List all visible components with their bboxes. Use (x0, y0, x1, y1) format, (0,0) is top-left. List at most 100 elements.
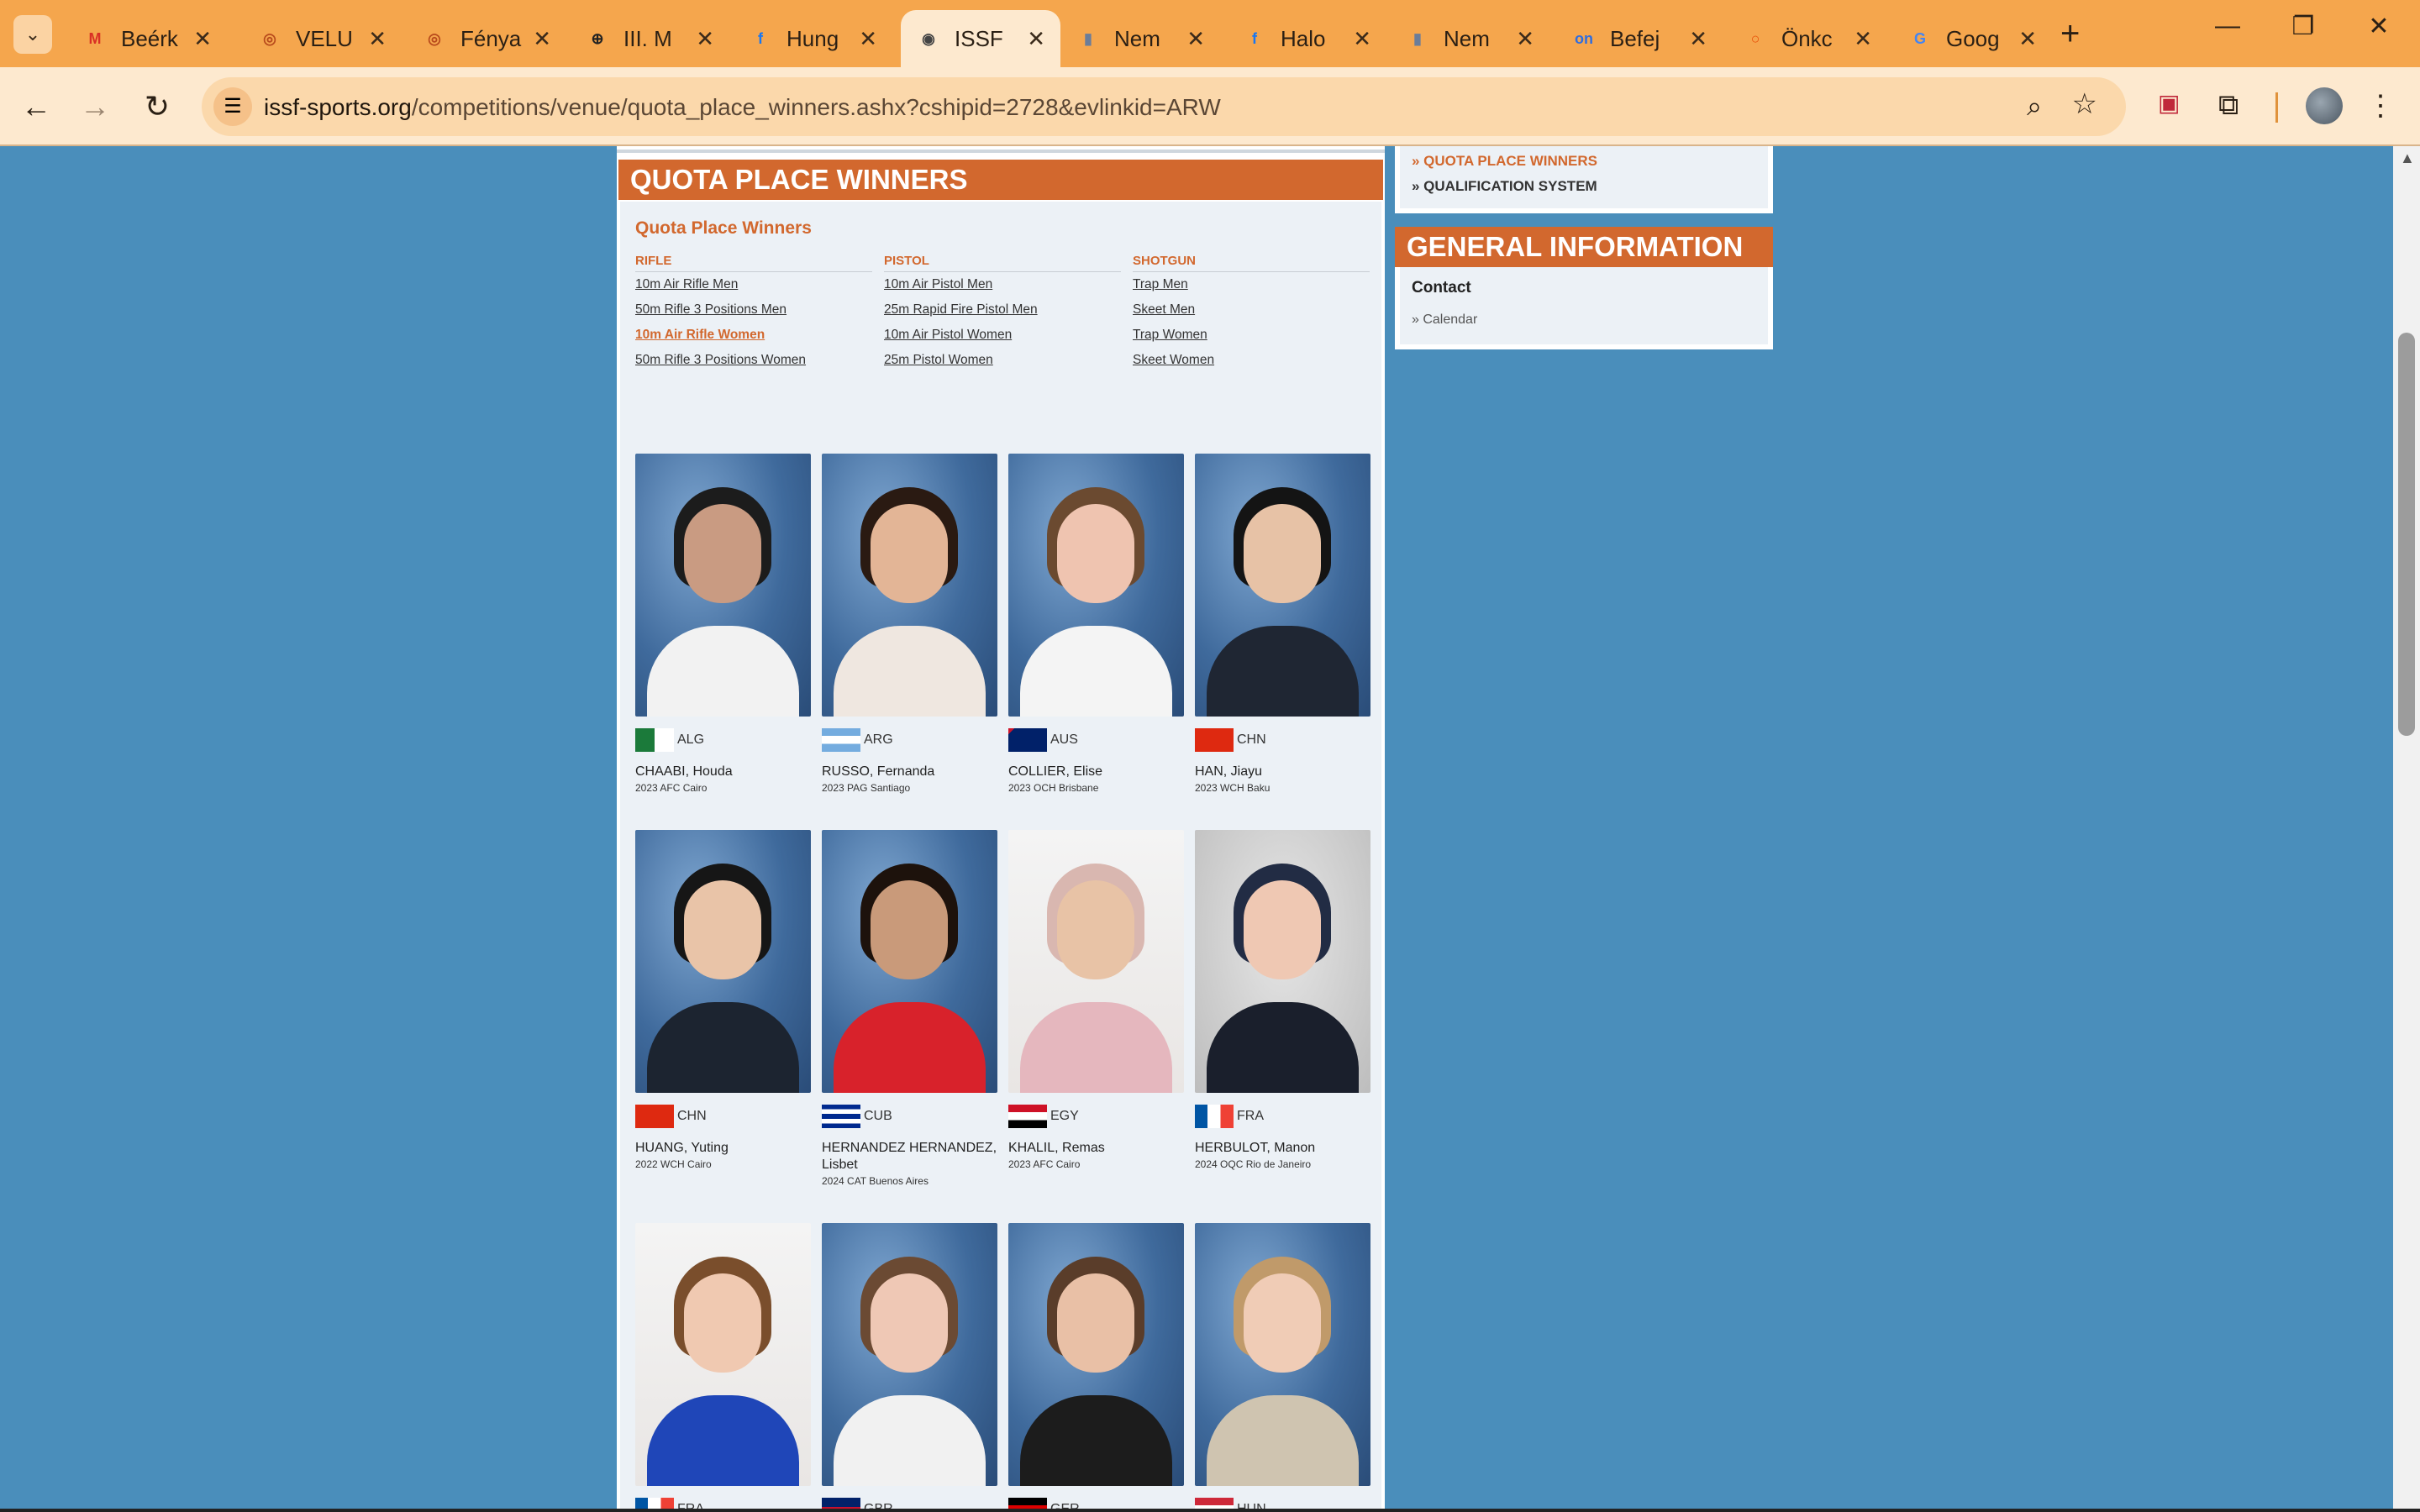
athlete-name: HAN, Jiayu (1195, 764, 1263, 779)
tab-close-icon[interactable]: ✕ (1353, 26, 1371, 52)
athlete-card[interactable]: GBRMCINTOSH, Seonaid2023 ECH Tallinn (822, 1223, 997, 1512)
browser-tab[interactable]: G Goog ✕ (1892, 10, 2052, 67)
event-link[interactable]: 25m Pistol Women (884, 353, 1121, 368)
event-link[interactable]: Skeet Women (1133, 353, 1370, 368)
athlete-photo[interactable] (1195, 830, 1370, 1093)
event-link[interactable]: Trap Men (1133, 277, 1370, 292)
general-information-panel: Contact » Calendar (1395, 267, 1773, 349)
event-link[interactable]: 10m Air Rifle Women (635, 328, 872, 343)
calendar-link[interactable]: » Calendar (1412, 312, 1477, 328)
browser-tab[interactable]: f Halo ✕ (1227, 10, 1386, 67)
toolbar-divider (2275, 92, 2278, 123)
nation-row: CHN (1195, 728, 1370, 752)
athlete-photo[interactable] (1008, 454, 1184, 717)
tab-close-icon[interactable]: ✕ (1186, 26, 1205, 52)
contact-link[interactable]: Contact (1412, 279, 1471, 297)
photo-torso (1207, 1002, 1359, 1093)
tab-close-icon[interactable]: ✕ (696, 26, 714, 52)
athlete-photo[interactable] (1008, 830, 1184, 1093)
athlete-card[interactable]: ALG CHAABI, Houda 2023 AFC Cairo (635, 454, 811, 794)
address-bar[interactable]: ☰ issf-sports.org/competitions/venue/quo… (202, 77, 2126, 136)
page-scrollbar[interactable]: ▲ (2393, 146, 2420, 1512)
close-window-button[interactable]: ✕ (2349, 12, 2408, 41)
new-tab-button[interactable]: + (2060, 15, 2080, 53)
athlete-photo[interactable] (635, 830, 811, 1093)
extension-shield-icon[interactable]: ▣ (2158, 89, 2180, 117)
minimize-button[interactable]: — (2198, 12, 2257, 40)
flag-icon (1008, 1105, 1047, 1128)
reload-button[interactable]: ↻ (136, 86, 178, 128)
tab-close-icon[interactable]: ✕ (368, 26, 387, 52)
athlete-photo[interactable] (822, 454, 997, 717)
tab-close-icon[interactable]: ✕ (1854, 26, 1872, 52)
tab-title: Befej (1610, 25, 1660, 51)
browser-tab[interactable]: f Hung ✕ (733, 10, 892, 67)
event-link[interactable]: 50m Rifle 3 Positions Men (635, 302, 872, 318)
athlete-card[interactable]: CUB HERNANDEZ HERNANDEZ, Lisbet 2024 CAT B… (822, 830, 997, 1187)
extensions-puzzle-icon[interactable]: ⧉ (2218, 89, 2238, 122)
athlete-photo[interactable] (822, 830, 997, 1093)
athlete-photo[interactable] (1195, 454, 1370, 717)
athlete-card[interactable]: HUNMESZAROS, Eszter2024 Reallocated Host… (1195, 1223, 1370, 1512)
athlete-card[interactable]: FRA HERBULOT, Manon 2024 OQC Rio de Janeir… (1195, 830, 1370, 1170)
photo-face (684, 880, 761, 979)
sidebar-link-quota-place-winners[interactable]: » QUOTA PLACE WINNERS (1412, 153, 1597, 170)
browser-tab[interactable]: ◉ ISSF ✕ (901, 10, 1060, 67)
browser-tab[interactable]: ◎ VELU ✕ (242, 10, 402, 67)
athlete-card[interactable]: AUS COLLIER, Elise 2023 OCH Brisbane (1008, 454, 1184, 794)
forward-button[interactable]: → (74, 86, 116, 128)
photo-torso (1207, 1395, 1359, 1486)
profile-avatar[interactable] (2306, 87, 2343, 124)
event-link[interactable]: Skeet Men (1133, 302, 1370, 318)
menu-dots-icon[interactable]: ⋮ (2366, 89, 2395, 123)
tab-close-icon[interactable]: ✕ (1689, 26, 1707, 52)
restore-button[interactable]: ❐ (2274, 12, 2333, 41)
scroll-up-arrow-icon[interactable]: ▲ (2400, 150, 2415, 167)
athlete-card[interactable]: GERJANSSEN, Anna2024 ECH Gyor (1008, 1223, 1184, 1512)
athlete-photo[interactable] (1195, 1223, 1370, 1486)
browser-tab[interactable]: M Beérk ✕ (67, 10, 227, 67)
browser-tab[interactable]: ▮ Nem ✕ (1390, 10, 1549, 67)
athlete-photo[interactable] (635, 454, 811, 717)
flag-icon (1008, 728, 1047, 752)
athlete-card[interactable]: FRAMULLER, Oceanne2024 ECH Gyor (635, 1223, 811, 1512)
event-link[interactable]: 10m Air Pistol Men (884, 277, 1121, 292)
tab-close-icon[interactable]: ✕ (859, 26, 877, 52)
zoom-icon[interactable]: ⌕ (2027, 91, 2042, 123)
athlete-card[interactable]: CHN HUANG, Yuting 2022 WCH Cairo (635, 830, 811, 1170)
discipline-column: SHOTGUN Trap Men Skeet Men Trap Women Skeet … (1133, 254, 1370, 378)
photo-torso (647, 626, 799, 717)
event-link[interactable]: 50m Rifle 3 Positions Women (635, 353, 872, 368)
url-text[interactable]: issf-sports.org/competitions/venue/quota… (264, 94, 1221, 121)
tab-search-button[interactable]: ⌄ (13, 15, 52, 54)
tab-close-icon[interactable]: ✕ (1027, 26, 1045, 52)
tab-close-icon[interactable]: ✕ (533, 26, 551, 52)
browser-tab[interactable]: ○ Önkc ✕ (1728, 10, 1887, 67)
back-button[interactable]: ← (15, 86, 57, 128)
event-link[interactable]: 10m Air Pistol Women (884, 328, 1121, 343)
athlete-photo[interactable] (1008, 1223, 1184, 1486)
bookmark-star-icon[interactable]: ☆ (2072, 87, 2097, 121)
event-link[interactable]: 10m Air Rifle Men (635, 277, 872, 292)
sidebar-link-qualification-system[interactable]: » QUALIFICATION SYSTEM (1412, 178, 1597, 195)
site-info-icon[interactable]: ☰ (213, 87, 252, 126)
browser-tab[interactable]: ⊕ III. M ✕ (570, 10, 729, 67)
tab-close-icon[interactable]: ✕ (1516, 26, 1534, 52)
nation-code: ALG (677, 732, 705, 747)
athlete-card[interactable]: EGY KHALIL, Remas 2023 AFC Cairo (1008, 830, 1184, 1170)
browser-tab[interactable]: ▮ Nem ✕ (1060, 10, 1220, 67)
scrollbar-thumb[interactable] (2398, 333, 2415, 736)
on-icon: on (1575, 29, 1593, 47)
athlete-name: CHAABI, Houda (635, 764, 733, 779)
browser-tab[interactable]: ◎ Fénya ✕ (407, 10, 566, 67)
tab-close-icon[interactable]: ✕ (193, 26, 212, 52)
athlete-photo[interactable] (635, 1223, 811, 1486)
nation-code: EGY (1050, 1109, 1079, 1123)
tab-close-icon[interactable]: ✕ (2018, 26, 2037, 52)
event-link[interactable]: 25m Rapid Fire Pistol Men (884, 302, 1121, 318)
athlete-card[interactable]: CHN HAN, Jiayu 2023 WCH Baku (1195, 454, 1370, 794)
athlete-card[interactable]: ARG RUSSO, Fernanda 2023 PAG Santiago (822, 454, 997, 794)
event-link[interactable]: Trap Women (1133, 328, 1370, 343)
browser-tab[interactable]: on Befej ✕ (1556, 10, 1723, 67)
athlete-photo[interactable] (822, 1223, 997, 1486)
